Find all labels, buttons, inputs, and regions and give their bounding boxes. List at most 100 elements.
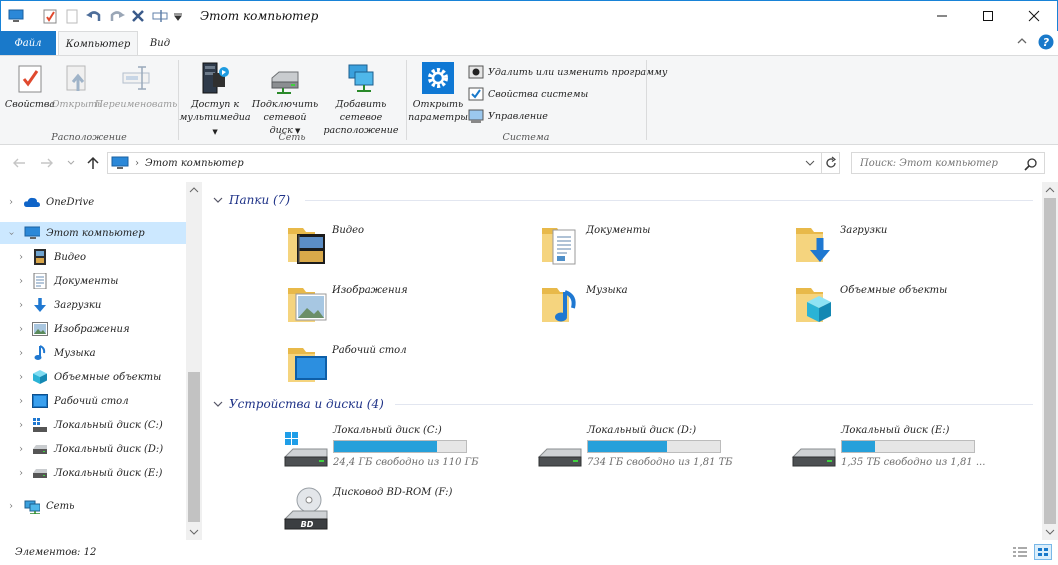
up-arrow-icon[interactable] — [86, 156, 100, 173]
expand-chevron-icon[interactable]: › — [6, 197, 16, 208]
window-title: Этот компьютер — [200, 9, 319, 23]
folders-group-header[interactable]: Папки (7) — [213, 190, 1033, 210]
media-access-button[interactable]: Доступ к мультимедиа ▼ — [179, 60, 251, 139]
rename-button[interactable]: Переименовать — [95, 60, 177, 111]
expand-chevron-icon[interactable]: › — [16, 372, 26, 383]
content-scrollbar[interactable] — [1042, 182, 1058, 540]
collapse-group-icon[interactable] — [213, 196, 223, 204]
sidebar-scroll-thumb[interactable] — [188, 372, 200, 522]
sidebar-item-documents[interactable]: › Документы — [0, 270, 186, 292]
open-button[interactable]: Открыть — [52, 60, 102, 111]
expand-chevron-icon[interactable]: › — [16, 420, 26, 431]
documents-folder-icon — [542, 228, 576, 265]
expand-chevron-icon[interactable]: › — [16, 468, 26, 479]
sidebar-item-3d-objects[interactable]: › Объемные объекты — [0, 366, 186, 388]
drive-tile-d[interactable]: Локальный диск (D:) 734 ГБ свободно из 1… — [537, 425, 777, 481]
back-arrow-icon[interactable] — [12, 157, 26, 172]
folder-tile-pictures[interactable]: Изображения — [285, 280, 515, 336]
open-icon — [59, 60, 95, 96]
search-input[interactable] — [860, 157, 1025, 169]
collapse-group-icon[interactable] — [213, 400, 223, 408]
expand-chevron-icon[interactable]: › — [16, 444, 26, 455]
sidebar-item-drive-e[interactable]: › Локальный диск (E:) — [0, 462, 186, 484]
undo-icon[interactable] — [85, 7, 103, 25]
sidebar-label: Локальный диск (D:) — [54, 443, 164, 455]
refresh-icon[interactable] — [824, 156, 838, 173]
folder-tile-desktop[interactable]: Рабочий стол — [285, 340, 515, 396]
sidebar-item-desktop[interactable]: › Рабочий стол — [0, 390, 186, 412]
help-icon[interactable]: ? — [1038, 34, 1054, 53]
drive-tile-e[interactable]: Локальный диск (E:) 1,35 ТБ свободно из … — [791, 425, 1031, 481]
scroll-down-icon[interactable] — [189, 528, 199, 539]
pictures-icon — [32, 321, 48, 337]
sidebar-item-pictures[interactable]: › Изображения — [0, 318, 186, 340]
sidebar-item-video[interactable]: › Видео — [0, 246, 186, 268]
tiles-view-icon[interactable] — [1034, 544, 1052, 560]
uninstall-program-button[interactable]: Удалить или изменить программу — [468, 64, 667, 80]
expand-chevron-icon[interactable]: › — [16, 276, 26, 287]
add-network-location-button[interactable]: Добавить сетевое расположение — [320, 60, 402, 137]
redo-icon[interactable] — [108, 7, 126, 25]
drive-name: Локальный диск (C:) — [333, 425, 442, 436]
devices-group-header[interactable]: Устройства и диски (4) — [213, 394, 1033, 414]
sidebar-label: Рабочий стол — [54, 395, 129, 407]
map-network-drive-button[interactable]: Подключить сетевой диск ▼ — [252, 60, 318, 138]
tab-computer[interactable]: Компьютер — [58, 31, 138, 56]
folder-tile-downloads[interactable]: Загрузки — [793, 220, 1023, 276]
scroll-down-icon[interactable] — [1045, 528, 1055, 539]
group-separator — [646, 60, 647, 140]
sidebar-item-network[interactable]: › Сеть — [0, 495, 186, 517]
forward-arrow-icon[interactable] — [40, 157, 54, 172]
properties-icon[interactable] — [41, 7, 59, 25]
close-icon — [1028, 10, 1040, 22]
maximize-button[interactable] — [965, 1, 1011, 31]
drive-tile-dvd[interactable]: BD Дисковод BD-ROM (F:) — [283, 487, 523, 543]
folder-tile-music[interactable]: Музыка — [539, 280, 769, 336]
collapse-ribbon-icon[interactable] — [1016, 35, 1028, 50]
sidebar-item-drive-c[interactable]: › Локальный диск (C:) — [0, 414, 186, 436]
minimize-button[interactable] — [919, 1, 965, 31]
sidebar-item-music[interactable]: › Музыка — [0, 342, 186, 364]
breadcrumb-this-pc[interactable]: Этот компьютер — [145, 158, 244, 169]
close-button[interactable] — [1011, 1, 1057, 31]
folder-tile-video[interactable]: Видео — [285, 220, 515, 276]
expand-chevron-icon[interactable]: › — [16, 396, 26, 407]
properties-button[interactable]: Свойства — [5, 60, 55, 111]
address-dropdown-icon[interactable] — [805, 159, 815, 170]
drive-icon — [32, 441, 48, 457]
folder-tile-3d-objects[interactable]: Объемные объекты — [793, 280, 1023, 336]
recent-locations-chevron-icon[interactable] — [66, 158, 76, 171]
scroll-up-icon[interactable] — [189, 186, 199, 197]
delete-icon[interactable] — [129, 7, 147, 25]
collapse-chevron-icon[interactable]: › — [6, 228, 17, 238]
sidebar-item-drive-d[interactable]: › Локальный диск (D:) — [0, 438, 186, 460]
sidebar-item-onedrive[interactable]: › OneDrive — [0, 191, 186, 213]
expand-chevron-icon[interactable]: › — [16, 348, 26, 359]
system-drive-icon — [283, 432, 328, 467]
sidebar-item-this-pc[interactable]: › Этот компьютер — [0, 222, 186, 244]
content-scroll-thumb[interactable] — [1044, 198, 1056, 524]
open-settings-button[interactable]: Открыть параметры — [408, 60, 468, 124]
rename-label: Переименовать — [94, 99, 178, 110]
scroll-up-icon[interactable] — [1045, 186, 1055, 197]
tab-file[interactable]: Файл — [0, 31, 56, 55]
group-divider-line — [305, 200, 1033, 201]
folder-tile-documents[interactable]: Документы — [539, 220, 769, 276]
system-properties-button[interactable]: Свойства системы — [468, 86, 588, 102]
expand-chevron-icon[interactable]: › — [16, 300, 26, 311]
tab-view[interactable]: Вид — [140, 31, 180, 55]
manage-button[interactable]: Управление — [468, 108, 548, 124]
drive-tile-c[interactable]: Локальный диск (C:) 24,4 ГБ свободно из … — [283, 425, 523, 481]
details-view-icon[interactable] — [1012, 546, 1028, 561]
expand-chevron-icon[interactable]: › — [16, 252, 26, 263]
customize-quick-access-icon[interactable] — [171, 7, 185, 25]
rename-icon[interactable] — [151, 7, 169, 25]
sidebar-item-downloads[interactable]: › Загрузки — [0, 294, 186, 316]
expand-chevron-icon[interactable]: › — [6, 501, 16, 512]
properties-icon — [12, 60, 48, 96]
sidebar-scrollbar[interactable] — [186, 182, 202, 540]
expand-chevron-icon[interactable]: › — [16, 324, 26, 335]
search-icon[interactable] — [1024, 157, 1038, 174]
new-folder-icon[interactable] — [63, 7, 81, 25]
address-bar[interactable]: › Этот компьютер — [107, 152, 840, 174]
